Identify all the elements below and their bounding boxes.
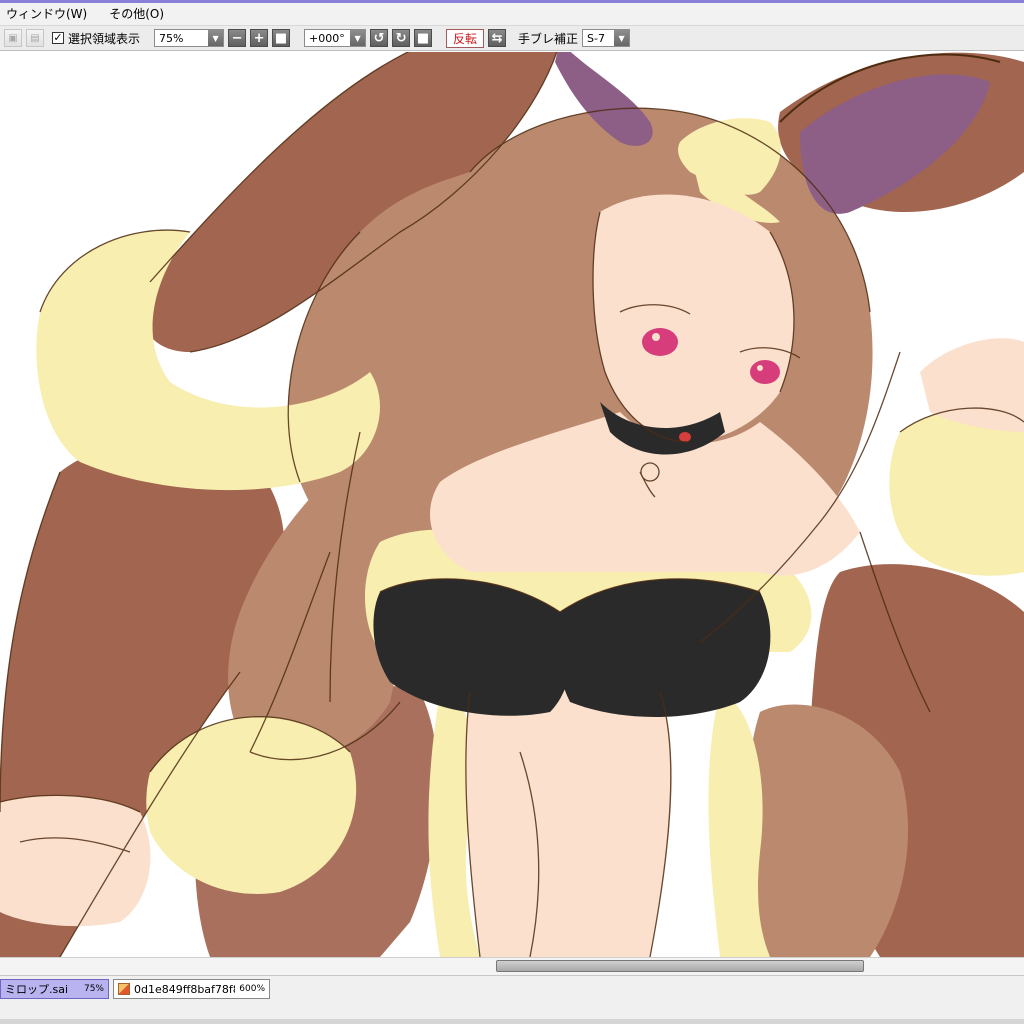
zoom-select[interactable]: 75% ▼ <box>154 29 225 47</box>
flip-button[interactable]: 反転 <box>446 28 485 48</box>
rotation-value: +000° <box>309 31 345 45</box>
horizontal-scrollbar-thumb[interactable] <box>496 960 864 972</box>
stabilizer-label: 手ブレ補正 <box>518 31 579 46</box>
chevron-down-icon: ▼ <box>208 30 224 46</box>
stabilizer-select[interactable]: S-7 ▼ <box>582 29 631 47</box>
zoom-out-icon[interactable]: − <box>228 29 247 47</box>
document-tab-bar: ミロップ.sai 75% 0d1e849ff8baf78f8... 600% <box>0 975 1024 1024</box>
document-tab-inactive[interactable]: 0d1e849ff8baf78f8... 600% <box>113 979 270 999</box>
document-tab-zoom: 75% <box>83 984 104 994</box>
menu-bar: ウィンドウ(W) その他(O) <box>0 3 1024 26</box>
chevron-down-icon: ▼ <box>614 30 630 46</box>
rotation-reset-icon[interactable]: ■ <box>414 29 433 47</box>
image-file-icon <box>118 983 130 995</box>
rotation-select[interactable]: +000° ▼ <box>304 29 367 47</box>
document-tab-zoom: 600% <box>239 984 265 994</box>
eye-right-highlight <box>757 365 763 371</box>
eye-left <box>642 328 678 356</box>
eye-right <box>750 360 780 384</box>
stabilizer-value: S-7 <box>587 31 605 45</box>
rotate-right-icon[interactable]: ↻ <box>392 29 411 47</box>
mouth <box>679 432 691 442</box>
drawing-canvas[interactable] <box>0 52 1024 957</box>
sketch-illustration <box>0 52 1024 957</box>
menu-window[interactable]: ウィンドウ(W) <box>0 3 93 25</box>
horizontal-scrollbar[interactable] <box>0 957 1024 975</box>
zoom-reset-icon[interactable]: ■ <box>272 29 291 47</box>
rotate-left-icon[interactable]: ↺ <box>370 29 389 47</box>
fur-cuff-right-arm <box>889 408 1024 576</box>
view-toolbar: ▣ ▤ ✓ 選択領域表示 75% ▼ − + ■ +000° ▼ ↺ ↻ ■ 反… <box>0 26 1024 51</box>
menu-other[interactable]: その他(O) <box>103 3 170 25</box>
eye-left-highlight <box>652 333 660 341</box>
selection-display-label: 選択領域表示 <box>68 31 141 46</box>
chevron-down-icon: ▼ <box>350 30 366 46</box>
bra-right-cup <box>557 578 771 717</box>
document-tab-name: ミロップ.sai <box>5 983 69 996</box>
deselect-icon[interactable]: ▤ <box>26 29 44 47</box>
select-all-icon[interactable]: ▣ <box>4 29 22 47</box>
document-tab-active[interactable]: ミロップ.sai 75% <box>0 979 109 999</box>
status-strip <box>0 1019 1024 1024</box>
zoom-in-icon[interactable]: + <box>250 29 269 47</box>
torso-skin <box>465 684 671 957</box>
selection-display-checkbox[interactable]: ✓ <box>52 32 64 44</box>
flip-horizontal-icon[interactable]: ⇆ <box>488 29 507 47</box>
zoom-value: 75% <box>159 31 184 45</box>
document-tab-name: 0d1e849ff8baf78f8... <box>134 982 235 996</box>
left-hand-skin <box>0 795 151 927</box>
